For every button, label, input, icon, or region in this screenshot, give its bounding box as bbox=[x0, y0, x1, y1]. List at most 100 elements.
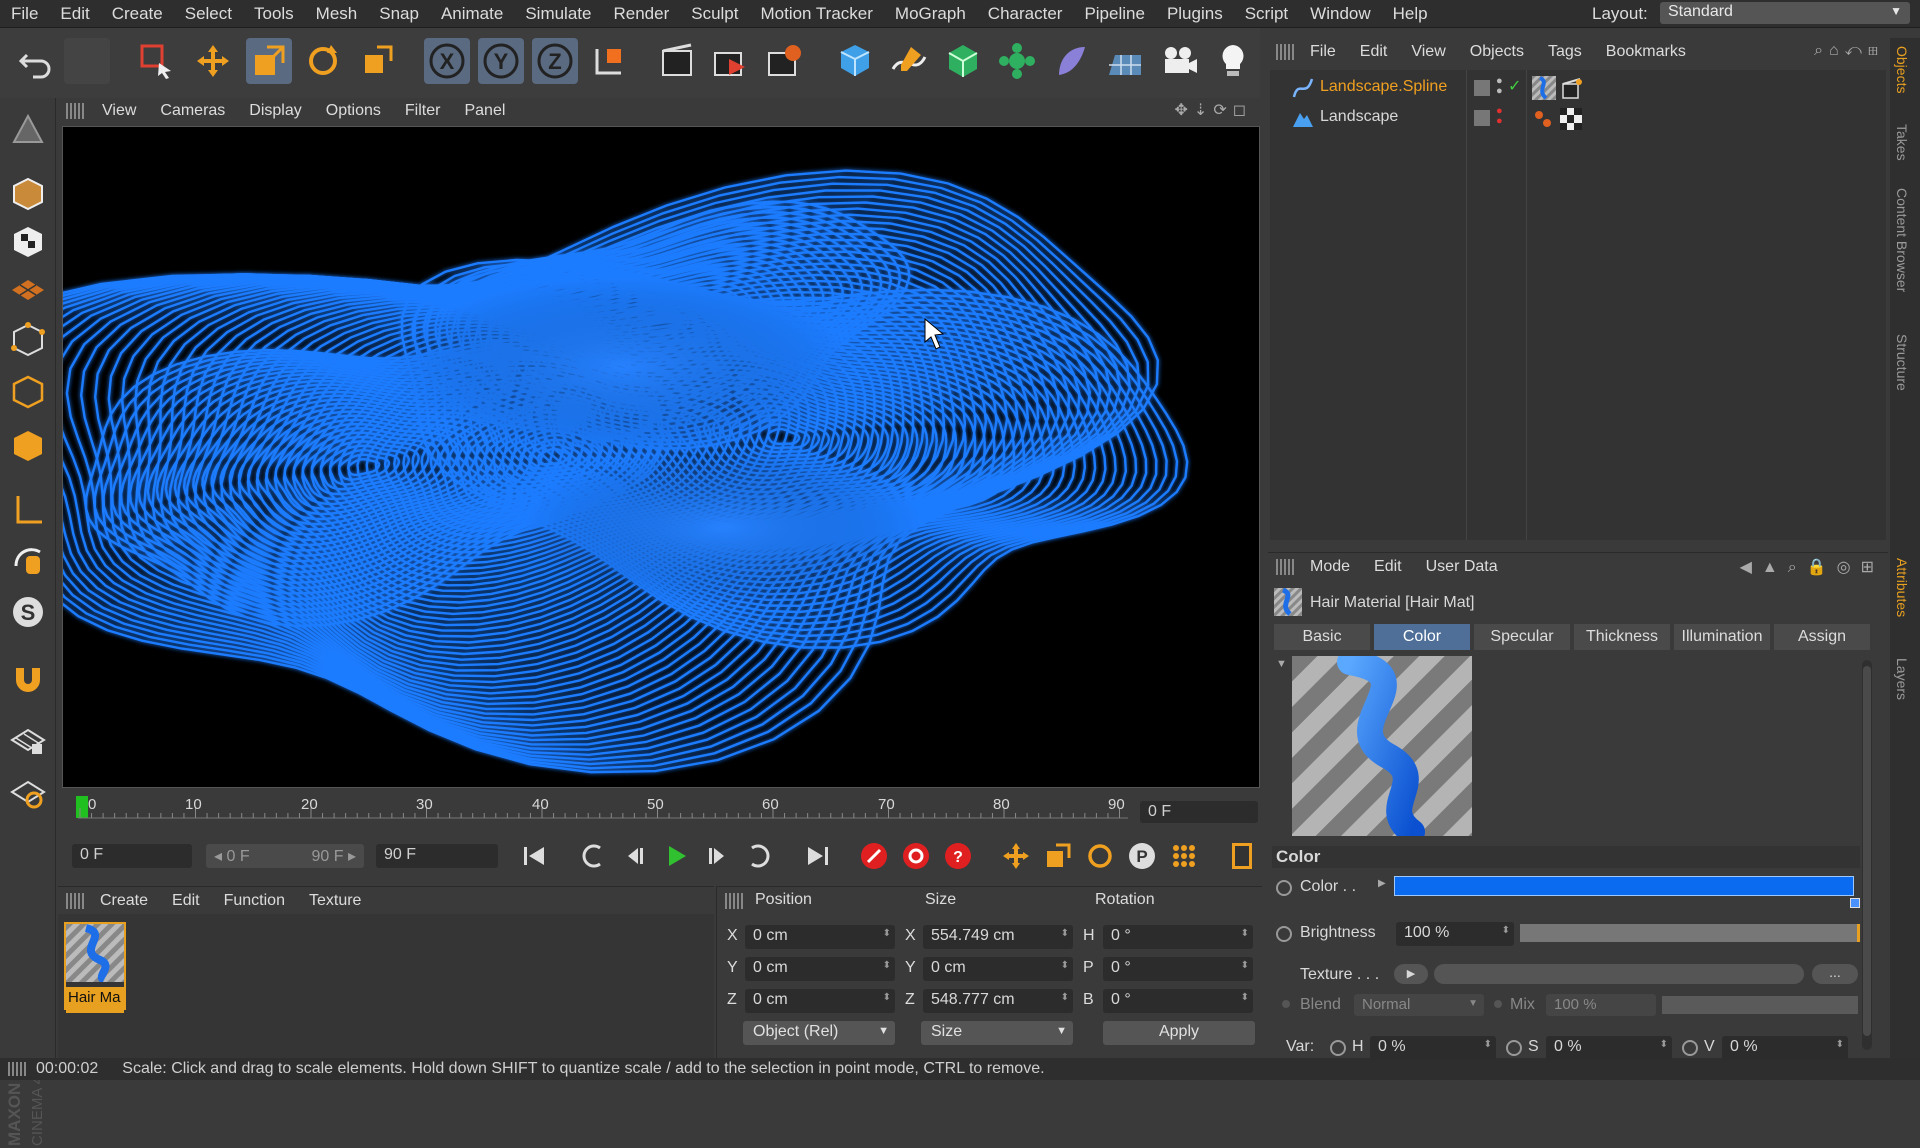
layer-icon[interactable] bbox=[1474, 80, 1490, 96]
tab-thickness[interactable]: Thickness bbox=[1574, 624, 1670, 650]
side-tab-content-browser[interactable]: Content Browser bbox=[1894, 188, 1910, 292]
viewport-menu-filter[interactable]: Filter bbox=[393, 102, 453, 120]
menu-pipeline[interactable]: Pipeline bbox=[1073, 4, 1156, 24]
timeline-ruler[interactable]: 0 10 20 30 40 50 60 70 80 90 bbox=[58, 790, 1262, 824]
menu-file[interactable]: File bbox=[0, 4, 49, 24]
color-slider-handle[interactable] bbox=[1850, 898, 1860, 908]
frame-range-slider[interactable]: ◂ 0 F 90 F ▸ bbox=[206, 844, 364, 868]
layer-icon[interactable] bbox=[1474, 110, 1490, 126]
render-view-icon[interactable] bbox=[654, 38, 700, 84]
object-row-landscape[interactable]: Landscape ● ● bbox=[1270, 104, 1886, 132]
viewport-menu-view[interactable]: View bbox=[90, 102, 148, 120]
color-swatch[interactable] bbox=[1394, 876, 1854, 896]
om-menu-objects[interactable]: Objects bbox=[1458, 43, 1536, 61]
side-tab-layers[interactable]: Layers bbox=[1894, 658, 1910, 700]
mix-slider[interactable] bbox=[1662, 996, 1858, 1014]
autokeying-icon[interactable] bbox=[898, 838, 934, 874]
light-icon[interactable] bbox=[1210, 38, 1256, 84]
current-frame-field[interactable]: 0 F bbox=[1140, 801, 1258, 823]
hair-render-tag-icon[interactable] bbox=[1560, 76, 1584, 100]
animate-radio[interactable] bbox=[1276, 926, 1292, 942]
am-toolbar-icons[interactable]: ◀▲⌕🔒◎⊞ bbox=[1740, 557, 1884, 577]
next-key-icon[interactable] bbox=[742, 838, 778, 874]
menu-help[interactable]: Help bbox=[1382, 4, 1439, 24]
tab-color[interactable]: Color bbox=[1374, 624, 1470, 650]
viewport-menu-options[interactable]: Options bbox=[314, 102, 393, 120]
panel-grip-icon[interactable] bbox=[1276, 44, 1294, 60]
menu-snap[interactable]: Snap bbox=[368, 4, 430, 24]
coordinate-system-icon[interactable] bbox=[586, 38, 632, 84]
axis-mode-icon[interactable] bbox=[6, 488, 50, 532]
polygons-mode-icon[interactable] bbox=[6, 424, 50, 468]
visibility-dots-icon[interactable]: ● ● bbox=[1496, 106, 1503, 127]
expand-arrow-icon[interactable]: ▶ bbox=[1378, 878, 1386, 889]
z-axis-icon[interactable]: Z bbox=[532, 38, 578, 84]
layout-select[interactable]: Standard ▼ bbox=[1660, 2, 1910, 24]
tab-assign[interactable]: Assign bbox=[1774, 624, 1870, 650]
go-to-end-icon[interactable] bbox=[800, 838, 836, 874]
record-scale-icon[interactable] bbox=[1040, 838, 1076, 874]
tab-illumination[interactable]: Illumination bbox=[1674, 624, 1770, 650]
material-swatch[interactable]: Hair Ma bbox=[64, 922, 126, 1013]
menu-simulate[interactable]: Simulate bbox=[514, 4, 602, 24]
record-keys-icon[interactable] bbox=[856, 838, 892, 874]
blend-select[interactable]: Normal ▼ bbox=[1354, 994, 1484, 1016]
menu-create[interactable]: Create bbox=[101, 4, 174, 24]
var-h-radio[interactable] bbox=[1330, 1040, 1346, 1056]
menu-script[interactable]: Script bbox=[1234, 4, 1299, 24]
edit-render-settings-icon[interactable] bbox=[762, 38, 808, 84]
go-to-start-icon[interactable] bbox=[516, 838, 552, 874]
menu-plugins[interactable]: Plugins bbox=[1156, 4, 1234, 24]
menu-tools[interactable]: Tools bbox=[243, 4, 305, 24]
texture-tag-icon[interactable] bbox=[1560, 108, 1582, 130]
locked-workplane-icon[interactable] bbox=[6, 718, 50, 762]
undo-icon[interactable] bbox=[12, 38, 58, 84]
workplane-mode-icon[interactable] bbox=[6, 268, 50, 312]
position-x-field[interactable]: 0 cm ⬍ bbox=[745, 925, 895, 949]
rotate-icon[interactable] bbox=[300, 38, 346, 84]
object-list[interactable]: Landscape.Spline ● ● ✓ Landscape ● ● bbox=[1270, 70, 1886, 540]
position-z-field[interactable]: 0 cm ⬍ bbox=[745, 989, 895, 1013]
snapping-icon[interactable] bbox=[6, 654, 50, 698]
material-preview[interactable] bbox=[1292, 656, 1472, 836]
size-z-field[interactable]: 548.777 cm ⬍ bbox=[923, 989, 1073, 1013]
texture-options-button[interactable]: ... bbox=[1812, 964, 1858, 984]
var-h-field[interactable]: 0 % ⬍ bbox=[1370, 1036, 1496, 1060]
viewport-menu-display[interactable]: Display bbox=[237, 102, 313, 120]
last-tool-icon[interactable] bbox=[354, 38, 400, 84]
var-s-radio[interactable] bbox=[1506, 1040, 1522, 1056]
size-x-field[interactable]: 554.749 cm ⬍ bbox=[923, 925, 1073, 949]
rotation-b-field[interactable]: 0 ° ⬍ bbox=[1103, 989, 1253, 1013]
texture-mode-icon[interactable] bbox=[6, 220, 50, 264]
viewport-menu-panel[interactable]: Panel bbox=[452, 102, 517, 120]
viewport-menu-cameras[interactable]: Cameras bbox=[148, 102, 237, 120]
previous-key-icon[interactable] bbox=[574, 838, 610, 874]
planar-workplane-icon[interactable] bbox=[6, 770, 50, 814]
cube-icon[interactable] bbox=[832, 38, 878, 84]
size-y-field[interactable]: 0 cm ⬍ bbox=[923, 957, 1073, 981]
material-menu-edit[interactable]: Edit bbox=[160, 892, 212, 910]
size-mode-select[interactable]: Size ▼ bbox=[921, 1021, 1073, 1045]
make-editable-icon[interactable] bbox=[6, 108, 50, 152]
rotation-h-field[interactable]: 0 ° ⬍ bbox=[1103, 925, 1253, 949]
panel-grip-icon[interactable] bbox=[66, 103, 86, 119]
panel-grip-icon[interactable] bbox=[1276, 558, 1294, 575]
next-frame-icon[interactable] bbox=[700, 838, 736, 874]
timeline-window-icon[interactable] bbox=[1224, 838, 1260, 874]
menu-mograph[interactable]: MoGraph bbox=[884, 4, 977, 24]
texture-slot[interactable] bbox=[1434, 964, 1804, 984]
am-menu-mode[interactable]: Mode bbox=[1298, 558, 1362, 576]
material-menu-texture[interactable]: Texture bbox=[297, 892, 373, 910]
material-menu-create[interactable]: Create bbox=[88, 892, 160, 910]
subdivision-icon[interactable] bbox=[940, 38, 986, 84]
panel-grip-icon[interactable] bbox=[725, 893, 743, 909]
material-list[interactable]: Hair Ma bbox=[58, 914, 714, 1058]
menu-edit[interactable]: Edit bbox=[49, 4, 100, 24]
redo-icon[interactable] bbox=[64, 38, 110, 84]
play-icon[interactable] bbox=[658, 838, 694, 874]
y-axis-icon[interactable]: Y bbox=[478, 38, 524, 84]
side-tab-attributes[interactable]: Attributes bbox=[1894, 558, 1910, 617]
keyframe-selection-icon[interactable]: ? bbox=[940, 838, 976, 874]
menu-character[interactable]: Character bbox=[977, 4, 1074, 24]
am-menu-user-data[interactable]: User Data bbox=[1414, 558, 1510, 576]
